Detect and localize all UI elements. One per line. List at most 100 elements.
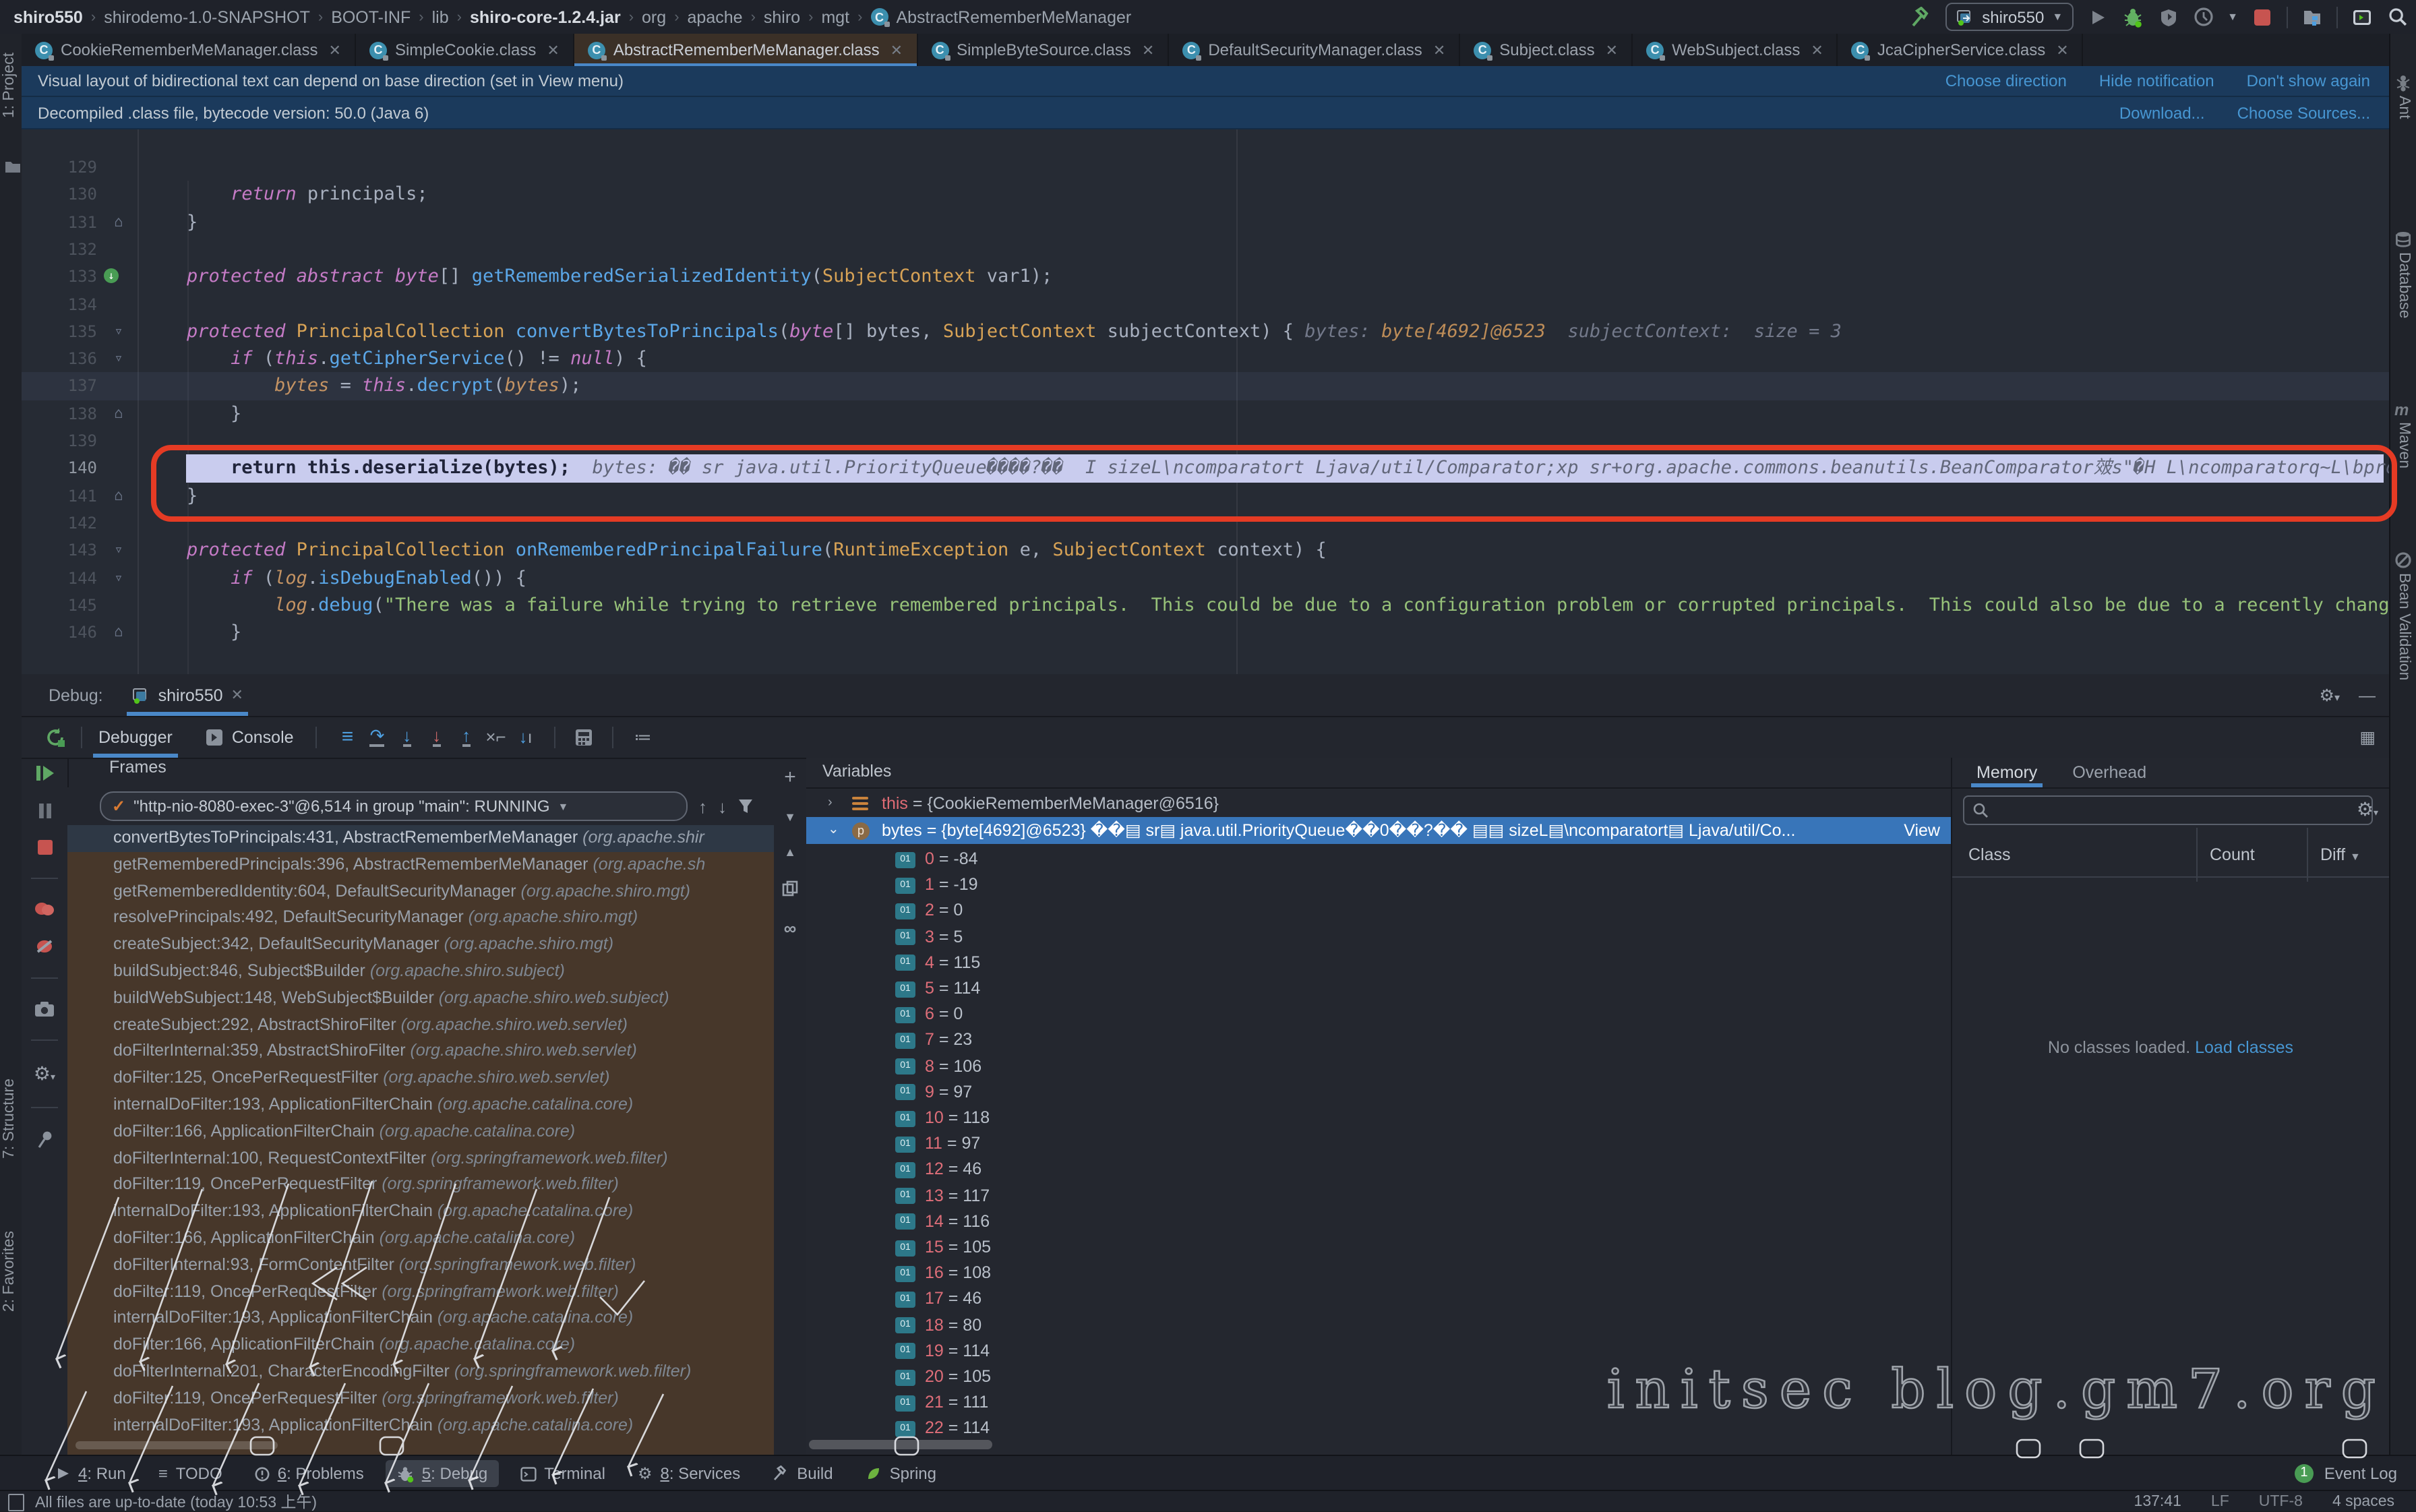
byte-value-row[interactable]: 0113 = 117 (806, 1183, 1951, 1209)
breadcrumb-item[interactable]: lib (432, 7, 449, 26)
filter-funnel-icon[interactable] (737, 798, 754, 814)
close-icon[interactable]: ✕ (231, 686, 243, 704)
byte-value-row[interactable]: 015 = 114 (806, 976, 1951, 1002)
move-watch-down-icon[interactable]: ▼ (784, 810, 796, 824)
stack-frame-row[interactable]: doFilterInternal:359, AbstractShiroFilte… (67, 1039, 774, 1066)
fold-marker-icon[interactable]: ⌂ (105, 400, 132, 427)
breadcrumb-item[interactable]: shiro550 (13, 7, 83, 26)
database-icon[interactable] (2394, 231, 2412, 248)
stack-frame-row[interactable]: createSubject:292, AbstractShiroFilter (… (67, 1012, 774, 1039)
tab-overhead[interactable]: Overhead (2072, 758, 2146, 787)
byte-value-row[interactable]: 011 = -19 (806, 872, 1951, 898)
step-over-icon[interactable]: ↷ (363, 722, 392, 752)
sidebar-item-bean-validation[interactable]: Bean Validation (2396, 573, 2412, 680)
add-watch-icon[interactable]: + (784, 766, 796, 789)
variable-row-bytes[interactable]: ⌄ p bytes = {byte[4692]@6523} ��▤ sr▤ ja… (806, 817, 1951, 844)
hide-panel-icon[interactable]: — (2359, 686, 2376, 704)
mute-breakpoints-icon[interactable] (35, 937, 54, 956)
layout-settings-icon[interactable]: ≔ (627, 722, 657, 752)
breadcrumb-item[interactable]: apache (688, 7, 743, 26)
run-configuration-select[interactable]: shiro550 ▼ (1945, 3, 2074, 31)
banner-link[interactable]: Choose direction (1945, 71, 2067, 90)
byte-value-row[interactable]: 0114 = 116 (806, 1209, 1951, 1235)
pause-icon[interactable] (36, 802, 53, 820)
project-structure-icon[interactable] (2301, 6, 2323, 28)
editor-tab[interactable]: CSimpleByteSource.class✕ (917, 34, 1169, 66)
file-encoding[interactable]: UTF-8 (2259, 1493, 2303, 1509)
toolwindow-button-problems[interactable]: 6: Problems (244, 1460, 375, 1487)
stack-frame-row[interactable]: convertBytesToPrincipals:431, AbstractRe… (67, 825, 774, 852)
banner-link[interactable]: Hide notification (2099, 71, 2214, 90)
variables-hscrollbar[interactable] (809, 1440, 992, 1449)
thread-selector[interactable]: ✓ "http-nio-8080-exec-3"@6,514 in group … (100, 791, 688, 821)
profiler-button[interactable] (2192, 6, 2214, 28)
breadcrumb-item[interactable]: shiro-core-1.2.4.jar (470, 7, 621, 26)
profiler-chevron-icon[interactable]: ▼ (2227, 11, 2238, 23)
close-icon[interactable]: ✕ (547, 41, 559, 59)
column-class[interactable]: Class (1968, 845, 2011, 864)
debug-settings-gear-icon[interactable]: ⚙▾ (34, 1062, 55, 1085)
toolwindow-button-services[interactable]: ⚙8: Services (627, 1460, 751, 1487)
debug-session-tab[interactable]: shiro550 ✕ (133, 674, 243, 716)
sidebar-item-favorites[interactable]: 2: Favorites (1, 1231, 18, 1312)
code-line[interactable]: 133↓ protected abstract byte[] getRememb… (22, 263, 2389, 291)
close-icon[interactable]: ✕ (1433, 41, 1445, 59)
stack-frame-row[interactable]: doFilterInternal:93, FormContentFilter (… (67, 1252, 774, 1279)
stack-frame-row[interactable]: getRememberedPrincipals:396, AbstractRem… (67, 852, 774, 879)
byte-value-row[interactable]: 0118 = 80 (806, 1312, 1951, 1338)
rerun-icon[interactable] (40, 722, 70, 752)
copy-icon[interactable] (782, 880, 798, 897)
code-line[interactable]: 131⌂ } (22, 208, 2389, 236)
stack-frame-row[interactable]: doFilterInternal:201, CharacterEncodingF… (67, 1359, 774, 1386)
folder-icon[interactable] (4, 158, 22, 175)
close-icon[interactable]: ✕ (329, 41, 341, 59)
step-into-icon[interactable]: ↓ (392, 722, 422, 752)
fold-marker-icon[interactable]: ▿ (105, 318, 132, 346)
editor-tab[interactable]: CJcaCipherService.class✕ (1838, 34, 2084, 66)
breadcrumb-item[interactable]: org (642, 7, 666, 26)
ant-icon[interactable] (2394, 74, 2412, 92)
sidebar-item-structure[interactable]: 7: Structure (1, 1079, 18, 1159)
breadcrumb-item[interactable]: BOOT-INF (331, 7, 411, 26)
stack-frame-row[interactable]: createSubject:342, DefaultSecurityManage… (67, 932, 774, 959)
code-line[interactable]: 138⌂ } (22, 400, 2389, 427)
code-line[interactable]: 129 (22, 154, 2389, 181)
code-line[interactable]: 135▿ protected PrincipalCollection conve… (22, 318, 2389, 346)
byte-value-row[interactable]: 013 = 5 (806, 924, 1951, 950)
run-to-cursor-icon[interactable]: ↓ı (511, 722, 541, 752)
step-out-icon[interactable]: ↑ (452, 722, 481, 752)
sidebar-item-database[interactable]: Database (2396, 252, 2412, 318)
toolwindow-button-terminal[interactable]: Terminal (509, 1460, 616, 1487)
editor-tab[interactable]: CSubject.class✕ (1460, 34, 1633, 66)
stack-frame-row[interactable]: doFilter:119, OncePerRequestFilter (org.… (67, 1386, 774, 1413)
byte-value-row[interactable]: 0116 = 108 (806, 1261, 1951, 1286)
stop-button[interactable] (2252, 6, 2273, 28)
run-anything-icon[interactable] (2351, 6, 2373, 28)
stop-icon[interactable] (36, 839, 53, 856)
breadcrumb-item[interactable]: shirodemo-1.0-SNAPSHOT (104, 7, 310, 26)
stack-frame-row[interactable]: doFilter:125, OncePerRequestFilter (org.… (67, 1065, 774, 1092)
code-line[interactable]: 144▿ if (log.isDebugEnabled()) { (22, 564, 2389, 592)
frames-hscrollbar[interactable] (76, 1441, 278, 1449)
sidebar-item-ant[interactable]: Ant (2396, 96, 2412, 119)
byte-value-row[interactable]: 019 = 97 (806, 1080, 1951, 1106)
code-line[interactable]: 136▿ if (this.getCipherService() != null… (22, 345, 2389, 373)
tab-debugger[interactable]: Debugger (93, 716, 178, 758)
stack-frame-row[interactable]: getRememberedIdentity:604, DefaultSecuri… (67, 878, 774, 905)
stack-frame-row[interactable]: doFilter:166, ApplicationFilterChain (or… (67, 1119, 774, 1146)
fold-marker-icon[interactable]: ⌂ (105, 619, 132, 646)
code-line[interactable]: 143▿ protected PrincipalCollection onRem… (22, 537, 2389, 564)
code-line[interactable]: 145 log.debug("There was a failure while… (22, 592, 2389, 619)
editor-tab[interactable]: CSimpleCookie.class✕ (356, 34, 574, 66)
event-log-button[interactable]: 1 Event Log (2295, 1464, 2397, 1483)
drop-frame-icon[interactable]: ×⌐ (481, 722, 511, 752)
editor-tab[interactable]: CWebSubject.class✕ (1633, 34, 1838, 66)
stack-frame-row[interactable]: buildSubject:846, Subject$Builder (org.a… (67, 959, 774, 986)
pin-icon[interactable] (36, 1130, 53, 1149)
load-classes-link[interactable]: Load classes (2195, 1038, 2293, 1057)
maven-icon[interactable]: m (2394, 400, 2412, 418)
code-line[interactable]: 137 bytes = this.decrypt(bytes); (22, 373, 2389, 400)
close-icon[interactable]: ✕ (2056, 41, 2068, 59)
fold-marker-icon[interactable]: ⌂ (105, 482, 132, 510)
code-line[interactable]: 132 (22, 236, 2389, 264)
